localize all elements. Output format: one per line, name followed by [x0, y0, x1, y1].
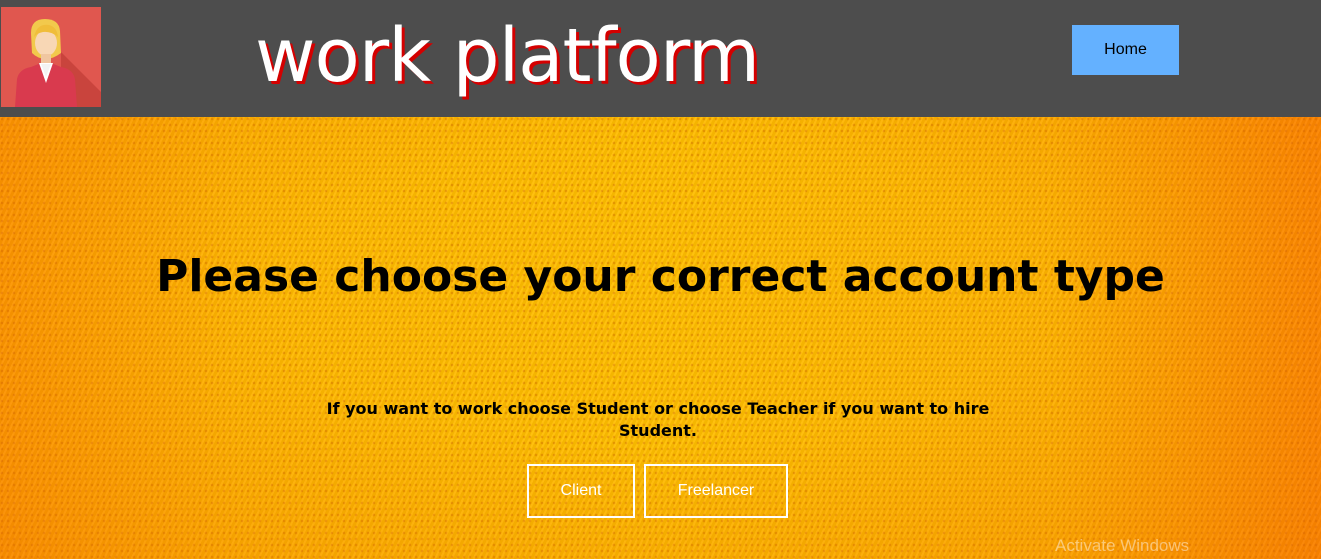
account-type-hero: Please choose your correct account type …: [0, 117, 1321, 559]
home-button[interactable]: Home: [1072, 25, 1179, 75]
site-header: work platform Home: [0, 0, 1321, 117]
account-type-instructions: If you want to work choose Student or ch…: [326, 399, 990, 440]
businesswoman-avatar-icon: [1, 7, 101, 107]
site-title: work platform: [255, 13, 760, 99]
freelancer-button[interactable]: Freelancer: [644, 464, 788, 518]
page-heading: Please choose your correct account type: [156, 251, 1165, 302]
activate-windows-watermark: Activate Windows: [1055, 536, 1190, 555]
client-button[interactable]: Client: [527, 464, 635, 518]
